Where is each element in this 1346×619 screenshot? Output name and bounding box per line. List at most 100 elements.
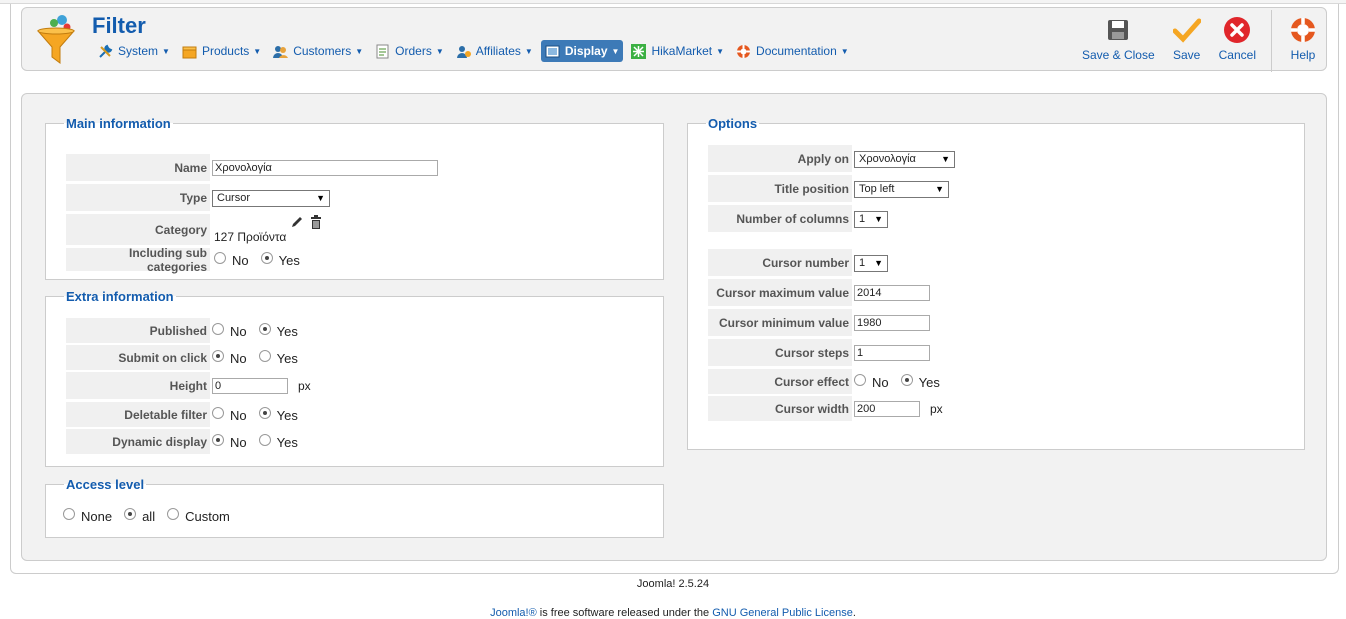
chevron-down-icon: ▼	[716, 46, 725, 56]
cancel-label: Cancel	[1218, 48, 1256, 62]
cursor-effect-no-label: No	[872, 374, 889, 390]
hikamarket-icon	[631, 43, 647, 59]
menu-documentation[interactable]: Documentation ▼	[732, 40, 853, 62]
wrench-icon	[98, 44, 113, 59]
main-menu: System ▼ Products ▼ Customers ▼ Orders ▼ Aff…	[94, 40, 857, 62]
chevron-down-icon: ▼	[524, 46, 533, 56]
menu-affiliates-label: Affiliates	[475, 44, 521, 58]
main-information-fieldset: Main information Name Type Cursor ▼ Categ…	[45, 116, 664, 280]
toolbar-separator	[1271, 10, 1272, 72]
affiliates-icon	[456, 44, 471, 59]
submit-no-radio[interactable]	[212, 350, 224, 362]
display-icon	[545, 44, 560, 59]
access-none-radio[interactable]	[63, 508, 75, 520]
filter-funnel-icon	[36, 13, 76, 67]
extra-information-fieldset: Extra information Published No Yes Submi…	[45, 289, 664, 467]
save-button[interactable]: Save	[1164, 16, 1210, 66]
sub-categories-no-radio[interactable]	[214, 252, 226, 264]
submit-yes-radio[interactable]	[258, 350, 271, 362]
sub-categories-yes-radio[interactable]	[260, 252, 273, 264]
lifebuoy-icon	[1289, 16, 1317, 44]
cursor-effect-yes-radio[interactable]	[900, 374, 913, 386]
published-yes-label: Yes	[276, 323, 298, 339]
access-all-label: all	[142, 508, 156, 524]
deletable-yes-label: Yes	[276, 407, 298, 423]
chevron-down-icon: ▼	[253, 46, 262, 56]
help-button[interactable]: Help	[1280, 16, 1326, 66]
cursor-effect-yes-label: Yes	[918, 374, 940, 390]
access-none-label: None	[81, 508, 113, 524]
access-all-radio[interactable]	[124, 508, 137, 520]
height-input[interactable]	[212, 378, 288, 394]
page-title: Filter	[92, 13, 146, 38]
checkmark-icon	[1172, 16, 1201, 44]
footer-version: Joomla! 2.5.24	[636, 578, 710, 590]
access-custom-label: Custom	[185, 508, 230, 524]
menu-display[interactable]: Display ▼	[540, 40, 624, 62]
menu-hikamarket[interactable]: HikaMarket ▼	[627, 40, 728, 62]
save-close-button[interactable]: Save & Close	[1073, 16, 1164, 66]
access-custom-radio[interactable]	[167, 508, 180, 520]
dynamic-no-label: No	[230, 434, 247, 450]
cursor-max-input[interactable]	[854, 285, 930, 301]
type-select[interactable]: Cursor ▼	[212, 189, 330, 207]
orders-icon	[375, 44, 390, 59]
footer-period: .	[852, 607, 856, 619]
title-position-value: Top left	[859, 183, 895, 195]
title-position-select[interactable]: Top left ▼	[854, 180, 949, 198]
dynamic-no-radio[interactable]	[212, 434, 224, 446]
cursor-number-select[interactable]: 1 ▼	[854, 254, 888, 272]
cursor-width-unit: px	[930, 402, 943, 416]
dropdown-arrow-icon: ▼	[941, 154, 950, 164]
menu-affiliates[interactable]: Affiliates ▼	[452, 40, 537, 62]
joomla-link[interactable]: Joomla!®	[490, 607, 537, 619]
trash-icon[interactable]	[310, 215, 322, 232]
published-no-radio[interactable]	[212, 323, 224, 335]
cursor-width-row: Cursor width px	[708, 396, 1298, 422]
deletable-no-radio[interactable]	[212, 407, 224, 419]
menu-customers[interactable]: Customers ▼	[269, 40, 367, 62]
dynamic-yes-radio[interactable]	[258, 434, 271, 446]
cursor-number-label: Cursor number	[708, 249, 852, 277]
title-position-label: Title position	[708, 175, 852, 203]
cursor-number-row: Cursor number 1 ▼	[708, 249, 1298, 277]
number-of-columns-select[interactable]: 1 ▼	[854, 210, 888, 228]
deletable-filter-label: Deletable filter	[66, 402, 210, 428]
dropdown-arrow-icon: ▼	[874, 214, 883, 224]
cursor-width-input[interactable]	[854, 401, 920, 417]
published-yes-radio[interactable]	[258, 323, 271, 335]
pencil-icon[interactable]	[290, 215, 304, 232]
cursor-steps-input[interactable]	[854, 345, 930, 361]
header-bar: Filter System ▼ Products ▼ Customers ▼ Orde…	[21, 7, 1327, 72]
box-icon	[182, 44, 197, 59]
type-row: Type Cursor ▼	[66, 184, 656, 212]
chevron-down-icon: ▼	[840, 46, 849, 56]
dropdown-arrow-icon: ▼	[935, 184, 944, 194]
cursor-steps-label: Cursor steps	[708, 339, 852, 367]
options-legend: Options	[708, 116, 758, 131]
type-label: Type	[66, 184, 210, 212]
menu-orders[interactable]: Orders ▼	[371, 40, 448, 62]
cursor-steps-row: Cursor steps	[708, 339, 1298, 367]
name-input[interactable]	[212, 160, 438, 176]
height-unit: px	[298, 379, 311, 393]
submit-on-click-label: Submit on click	[66, 345, 210, 371]
cursor-max-label: Cursor maximum value	[708, 279, 852, 307]
gnu-license-link[interactable]: GNU General Public License	[712, 607, 853, 619]
deletable-yes-radio[interactable]	[258, 407, 271, 419]
menu-products-label: Products	[201, 44, 250, 58]
number-of-columns-row: Number of columns 1 ▼	[708, 205, 1298, 233]
chevron-down-icon: ▼	[162, 46, 170, 56]
main-information-legend: Main information	[66, 116, 171, 131]
menu-products[interactable]: Products ▼	[178, 40, 265, 62]
apply-on-select[interactable]: Χρονολογία ▼	[854, 150, 955, 168]
cancel-button[interactable]: Cancel	[1210, 16, 1265, 66]
sub-categories-label: Including sub categories	[66, 246, 210, 274]
category-label: Category	[66, 214, 210, 246]
cursor-effect-no-radio[interactable]	[854, 374, 866, 386]
menu-documentation-label: Documentation	[756, 44, 837, 58]
deletable-filter-row: Deletable filter No Yes	[66, 402, 656, 428]
cursor-min-input[interactable]	[854, 315, 930, 331]
menu-system[interactable]: System ▼	[94, 40, 174, 62]
chevron-down-icon: ▼	[611, 46, 620, 56]
